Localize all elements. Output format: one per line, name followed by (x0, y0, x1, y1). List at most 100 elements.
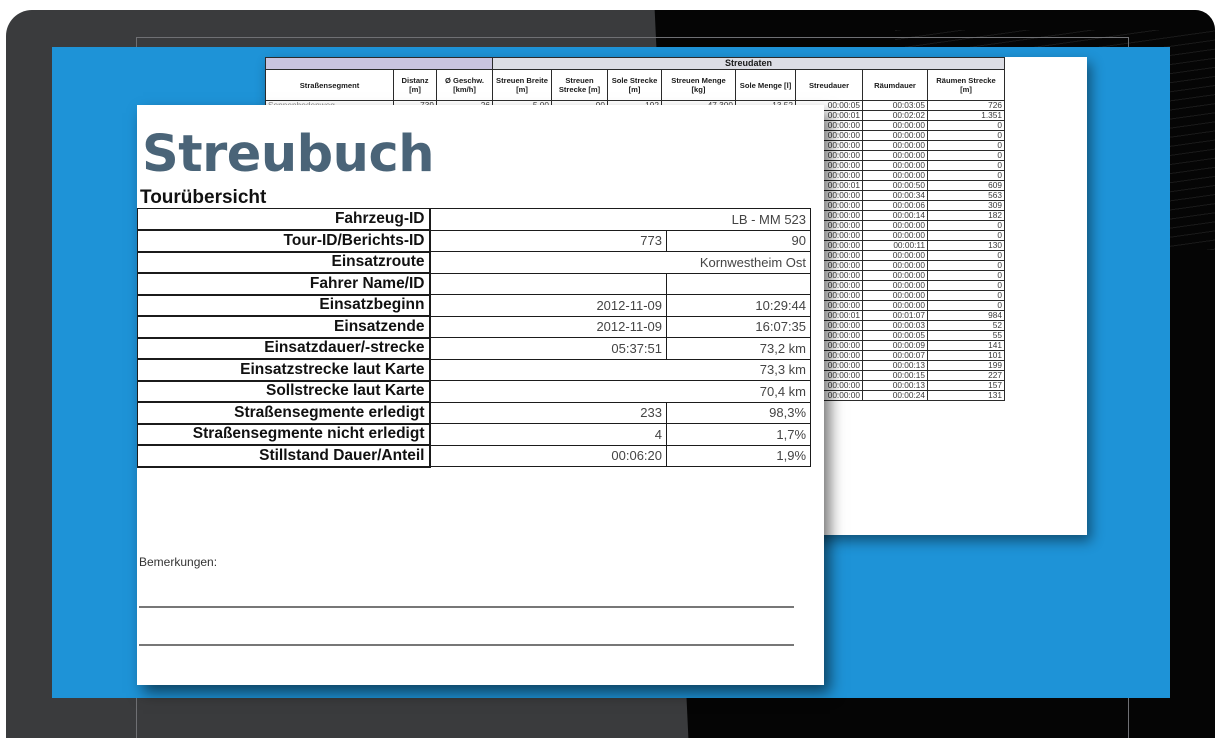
table-cell: 0 (927, 230, 1005, 241)
column-header: Räumen Strecke [m] (927, 69, 1005, 101)
table-cell: 55 (927, 330, 1005, 341)
tour-row-value-2: 90 (665, 229, 812, 252)
tour-overview-table: Fahrzeug-ID LB - MM 523 Tour-ID/Berichts-I… (137, 208, 812, 468)
table-cell: 00:00:00 (862, 290, 928, 301)
table-cell: 0 (927, 120, 1005, 131)
tour-row: Einsatzstrecke laut Karte 73,3 km (137, 358, 812, 382)
table-cell: 130 (927, 240, 1005, 251)
tour-row-label: Straßensegmente erledigt (137, 401, 431, 425)
tour-row-value-2: 1,9% (665, 444, 812, 467)
tour-row-value-2: 98,3% (665, 401, 812, 424)
tour-row-label: Stillstand Dauer/Anteil (137, 444, 431, 468)
tour-row-label: Tour-ID/Berichts-ID (137, 229, 431, 253)
table-cell: 0 (927, 150, 1005, 161)
tour-row-value-1: 4 (429, 423, 667, 446)
tour-row-label: Einsatzende (137, 315, 431, 339)
tour-row-value-1: 233 (429, 401, 667, 424)
table-cell: 726 (927, 100, 1005, 111)
tour-row: Einsatzdauer/-strecke 05:37:51 73,2 km (137, 337, 812, 360)
tour-row-value-1: 773 (429, 229, 667, 252)
tour-row-value: 73,3 km (428, 358, 812, 381)
tour-row-value-1: 2012-11-09 (429, 315, 667, 338)
table-cell: 0 (927, 300, 1005, 311)
page-title: Streubuch (142, 125, 435, 184)
column-header: Straßensegment (265, 69, 394, 101)
table-cell: 00:00:00 (862, 230, 928, 241)
table-cell: 0 (927, 160, 1005, 171)
tour-row-value: LB - MM 523 (428, 208, 812, 231)
table-cell: 0 (927, 140, 1005, 151)
table-cell: 00:00:00 (862, 140, 928, 151)
table-cell: 00:00:03 (862, 320, 928, 331)
table-cell: 00:00:24 (862, 390, 928, 401)
tour-row-value-1: 00:06:20 (429, 444, 667, 467)
table-cell: 101 (927, 350, 1005, 361)
table-cell: 00:00:13 (862, 360, 928, 371)
section-title: Tourübersicht (140, 187, 267, 208)
tour-row-value-1: 2012-11-09 (429, 294, 667, 317)
tour-row-value-1 (429, 272, 667, 295)
tour-row-value-2: 73,2 km (665, 337, 812, 360)
table-cell: 00:00:14 (862, 210, 928, 221)
table-cell: 00:01:07 (862, 310, 928, 321)
table-cell: 00:00:00 (862, 160, 928, 171)
tour-row-value-1: 05:37:51 (429, 337, 667, 360)
table-cell: 131 (927, 390, 1005, 401)
table-cell: 00:00:00 (862, 260, 928, 271)
tour-row-label: Einsatzstrecke laut Karte (137, 358, 431, 382)
group-header-streudaten: Streudaten (492, 57, 1005, 70)
tour-row: Fahrer Name/ID (137, 272, 812, 296)
table-cell: 157 (927, 380, 1005, 391)
group-header-row: Streudaten (265, 57, 1005, 70)
table-cell: 0 (927, 290, 1005, 301)
tour-row-value-2: 1,7% (665, 423, 812, 446)
table-cell: 00:00:00 (862, 150, 928, 161)
column-header: Sole Menge [l] (735, 69, 796, 101)
table-cell: 199 (927, 360, 1005, 371)
photo-frame: Streudaten Straßensegment Distanz [m] Ø Ge… (0, 0, 1215, 738)
tour-overview-sheet: Streubuch Tourübersicht Fahrzeug-ID LB - … (137, 105, 824, 685)
tour-row: Stillstand Dauer/Anteil 00:06:20 1,9% (137, 444, 812, 468)
table-cell: 0 (927, 220, 1005, 231)
tour-row: Tour-ID/Berichts-ID 773 90 (137, 229, 812, 253)
tour-row-value-2: 10:29:44 (665, 294, 812, 317)
column-header-row: Straßensegment Distanz [m] Ø Geschw. [km/h… (265, 69, 1005, 101)
tour-row-label: Fahrer Name/ID (137, 272, 431, 296)
tour-row-value: Kornwestheim Ost (428, 251, 812, 274)
table-cell: 00:00:00 (862, 220, 928, 231)
table-cell: 563 (927, 190, 1005, 201)
group-header-left (265, 57, 493, 70)
tour-row-value-2 (665, 272, 812, 295)
table-cell: 227 (927, 370, 1005, 381)
table-cell: 00:00:00 (862, 270, 928, 281)
remark-line-2 (139, 644, 794, 646)
table-cell: 00:00:00 (862, 130, 928, 141)
table-cell: 984 (927, 310, 1005, 321)
table-cell: 141 (927, 340, 1005, 351)
table-cell: 00:00:00 (862, 280, 928, 291)
table-cell: 00:00:00 (862, 250, 928, 261)
table-cell: 00:00:00 (862, 300, 928, 311)
column-header: Sole Strecke [m] (607, 69, 662, 101)
table-cell: 00:00:13 (862, 380, 928, 391)
tour-row-value: 70,4 km (428, 380, 812, 403)
table-cell: 182 (927, 210, 1005, 221)
table-cell: 0 (927, 250, 1005, 261)
column-header: Streuen Breite [m] (492, 69, 552, 101)
guide-line-top (136, 37, 1129, 38)
tour-row-label: Fahrzeug-ID (137, 208, 431, 231)
table-cell: 00:00:05 (862, 330, 928, 341)
table-cell: 00:00:34 (862, 190, 928, 201)
table-cell: 00:00:09 (862, 340, 928, 351)
remark-line-1 (139, 606, 794, 608)
tour-row: Einsatzroute Kornwestheim Ost (137, 251, 812, 274)
column-header: Streudauer (795, 69, 863, 101)
column-header: Ø Geschw. [km/h] (436, 69, 493, 101)
table-cell: 609 (927, 180, 1005, 191)
table-cell: 00:00:15 (862, 370, 928, 381)
table-cell: 0 (927, 280, 1005, 291)
tour-row-label: Sollstrecke laut Karte (137, 380, 431, 403)
table-cell: 0 (927, 130, 1005, 141)
table-cell: 0 (927, 260, 1005, 271)
column-header: Streuen Menge [kg] (661, 69, 736, 101)
